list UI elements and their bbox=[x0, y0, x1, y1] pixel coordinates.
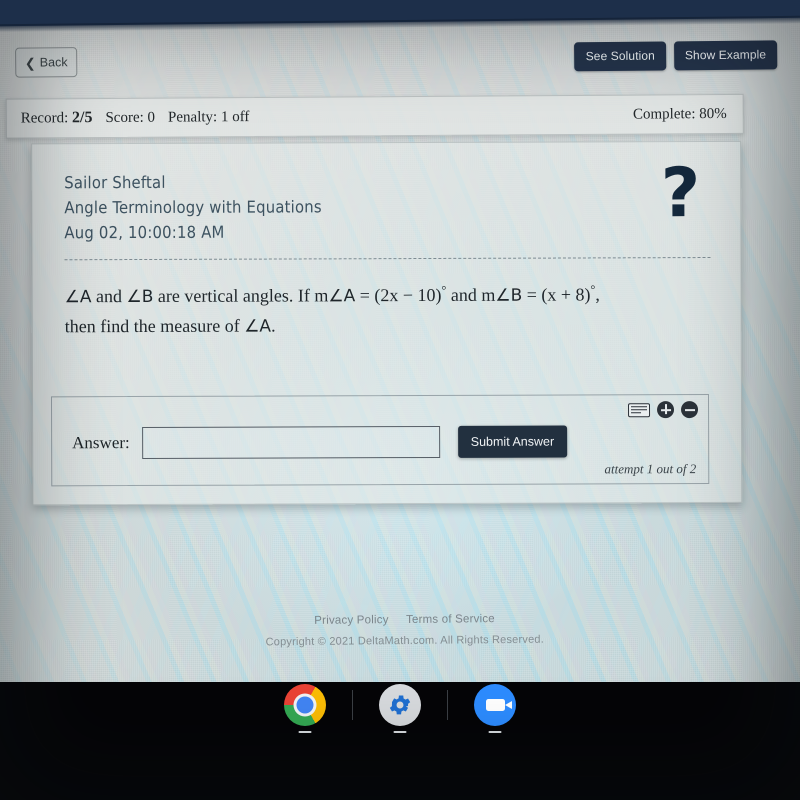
taskbar-separator bbox=[447, 690, 448, 720]
problem-comma: , bbox=[595, 284, 600, 305]
device-bezel bbox=[0, 0, 800, 27]
show-example-button[interactable]: Show Example bbox=[673, 40, 778, 71]
problem-expr-2: = (x + 8) bbox=[522, 284, 591, 305]
taskbar-separator bbox=[352, 690, 353, 720]
problem-expr-1: = (2x − 10) bbox=[355, 285, 442, 306]
answer-row: Answer: Submit Answer bbox=[52, 425, 708, 460]
problem-text-2: are vertical angles. If m bbox=[153, 285, 329, 307]
photo-of-screen: ❮ Back See Solution Show Example Record:… bbox=[0, 0, 800, 800]
problem-text-3: and m bbox=[446, 285, 496, 306]
chevron-left-icon: ❮ bbox=[24, 55, 36, 71]
problem-text-4: then find the measure of bbox=[64, 315, 245, 337]
screen-area: ❮ Back See Solution Show Example Record:… bbox=[0, 14, 800, 690]
taskbar-item-settings[interactable] bbox=[379, 684, 421, 733]
complete-percentage: Complete: 80% bbox=[632, 105, 727, 123]
divider bbox=[64, 257, 711, 261]
penalty-label: Penalty: bbox=[167, 109, 218, 126]
keyboard-icon[interactable] bbox=[628, 402, 651, 417]
question-mark-icon[interactable]: ? bbox=[661, 154, 701, 233]
penalty-value: 1 off bbox=[220, 109, 250, 126]
active-indicator bbox=[393, 730, 407, 733]
privacy-policy-link[interactable]: Privacy Policy bbox=[314, 614, 388, 627]
assignment-meta: Sailor Sheftal Angle Terminology with Eq… bbox=[64, 168, 714, 246]
taskbar-item-zoom[interactable] bbox=[474, 684, 516, 733]
student-name: Sailor Sheftal bbox=[64, 172, 166, 193]
back-button[interactable]: ❮ Back bbox=[15, 47, 78, 78]
angle-a-3: ∠A bbox=[244, 316, 272, 337]
problem-period: . bbox=[271, 315, 276, 336]
settings-gear-icon bbox=[379, 684, 421, 726]
answer-panel: Answer: Submit Answer attempt 1 out of 2 bbox=[50, 394, 710, 487]
copyright-text: Copyright © 2021 DeltaMath.com. All Righ… bbox=[265, 633, 544, 649]
penalty-group: Penalty: 1 off bbox=[168, 109, 250, 127]
score-value: 0 bbox=[147, 109, 156, 126]
record-status-bar: Record: 2/5 Score: 0 Penalty: 1 off Comp… bbox=[5, 93, 744, 139]
answer-label: Answer: bbox=[72, 433, 130, 453]
active-indicator bbox=[298, 730, 312, 733]
record-value: 2/5 bbox=[71, 109, 93, 127]
problem-text-1: and bbox=[91, 286, 127, 307]
assignment-title: Angle Terminology with Equations bbox=[64, 197, 322, 218]
record-group: Record: 2/5 bbox=[21, 109, 93, 127]
back-button-label: Back bbox=[39, 55, 68, 70]
assignment-timestamp: Aug 02, 10:00:18 AM bbox=[64, 222, 225, 243]
answer-tools bbox=[628, 401, 699, 419]
score-group: Score: 0 bbox=[105, 110, 155, 127]
problem-statement: ∠A and ∠B are vertical angles. If m∠A = … bbox=[65, 280, 715, 341]
taskbar bbox=[0, 682, 800, 800]
angle-a-2: ∠A bbox=[328, 286, 356, 307]
see-solution-button[interactable]: See Solution bbox=[574, 41, 667, 72]
score-label: Score: bbox=[105, 109, 144, 126]
active-indicator bbox=[488, 730, 502, 733]
page-footer: Privacy Policy Terms of Service Copyrigh… bbox=[0, 610, 800, 651]
problem-card: ? Sailor Sheftal Angle Terminology with … bbox=[31, 140, 743, 506]
taskbar-item-chrome[interactable] bbox=[284, 684, 326, 733]
angle-b-2: ∠B bbox=[495, 285, 523, 307]
answer-input[interactable] bbox=[141, 425, 440, 460]
toolbar-actions: See Solution Show Example bbox=[574, 40, 778, 72]
terms-of-service-link[interactable]: Terms of Service bbox=[406, 613, 495, 626]
attempt-counter: attempt 1 out of 2 bbox=[604, 461, 697, 477]
plus-circle-icon[interactable] bbox=[656, 401, 675, 419]
zoom-video-icon bbox=[474, 684, 516, 726]
browser-page: ❮ Back See Solution Show Example Record:… bbox=[0, 14, 800, 690]
footer-links: Privacy Policy Terms of Service bbox=[0, 610, 800, 630]
angle-b-1: ∠B bbox=[126, 287, 154, 308]
record-stats: Record: 2/5 Score: 0 Penalty: 1 off bbox=[21, 108, 250, 127]
record-label: Record: bbox=[20, 110, 69, 127]
angle-a-1: ∠A bbox=[64, 287, 92, 308]
chrome-icon bbox=[284, 684, 326, 726]
submit-answer-button[interactable]: Submit Answer bbox=[457, 425, 568, 458]
taskbar-apps bbox=[0, 684, 800, 733]
minus-circle-icon[interactable] bbox=[680, 401, 699, 419]
